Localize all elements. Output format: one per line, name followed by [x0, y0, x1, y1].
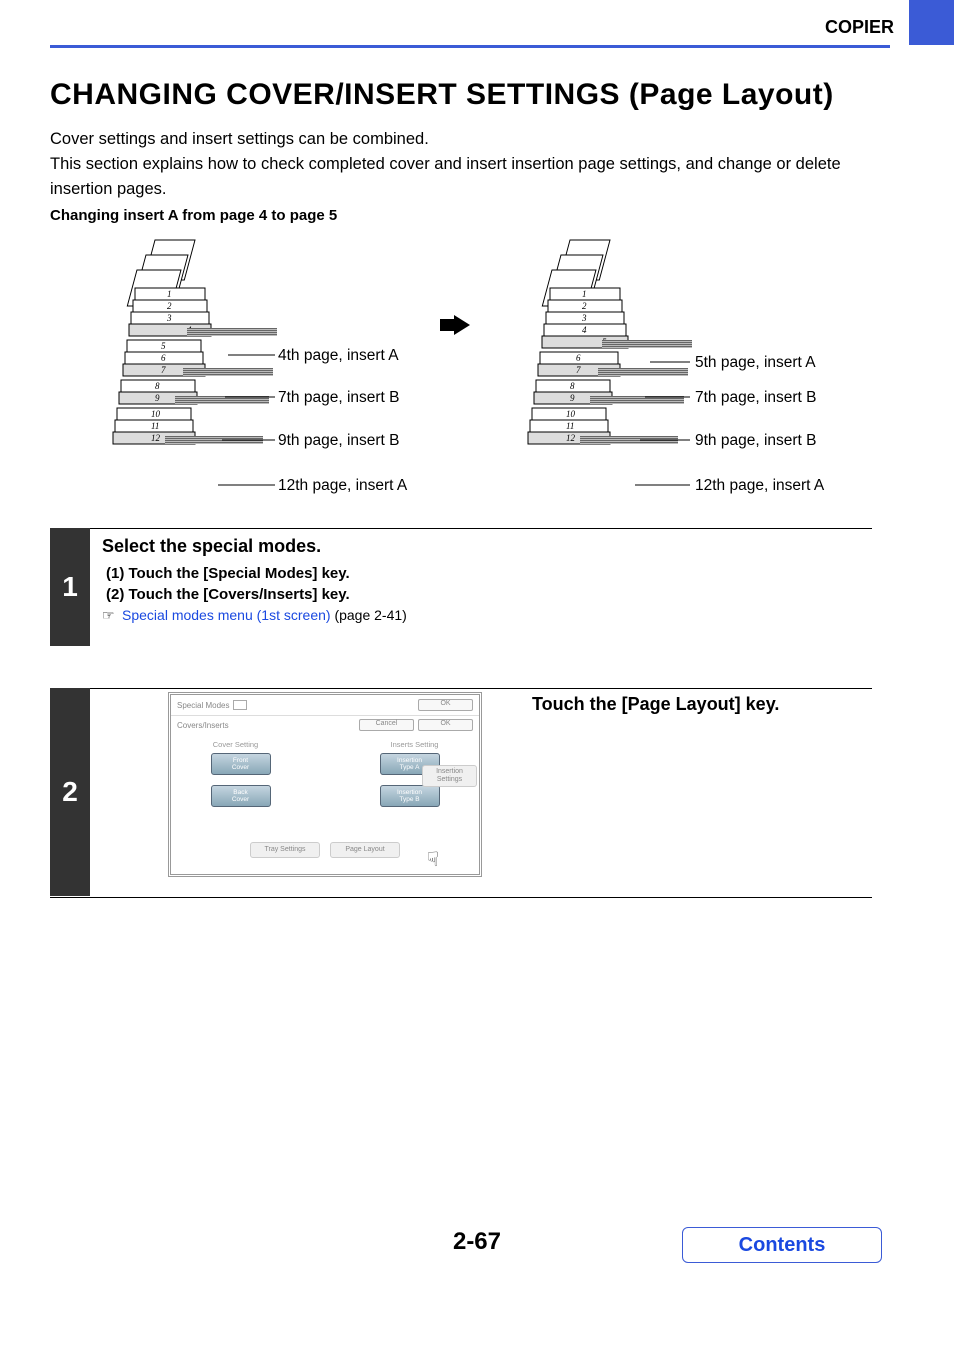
- step-1-link[interactable]: Special modes menu (1st screen): [122, 607, 331, 623]
- contents-button[interactable]: Contents: [682, 1227, 882, 1263]
- insertion-settings-button[interactable]: Insertion Settings: [422, 765, 477, 787]
- step-1-link-suffix: (page 2-41): [331, 607, 407, 623]
- svg-text:9: 9: [570, 393, 575, 403]
- section-header: COPIER: [825, 17, 894, 38]
- step-number-1: 1: [50, 528, 90, 646]
- svg-text:8: 8: [155, 381, 160, 391]
- panel-ok[interactable]: OK: [418, 719, 473, 731]
- svg-text:11: 11: [566, 421, 574, 431]
- svg-text:5: 5: [161, 341, 166, 351]
- example-heading: Changing insert A from page 4 to page 5: [50, 207, 337, 224]
- svg-text:7: 7: [576, 365, 581, 375]
- callout-left-1: 4th page, insert A: [278, 347, 399, 365]
- svg-text:3: 3: [166, 313, 172, 323]
- covers-inserts-panel: Special Modes OK Covers/Inserts Cancel O…: [168, 692, 482, 877]
- callout-left-3: 9th page, insert B: [278, 432, 400, 450]
- svg-text:7: 7: [161, 365, 166, 375]
- front-cover-button[interactable]: Front Cover: [211, 753, 271, 775]
- svg-text:8: 8: [570, 381, 575, 391]
- panel-subheader: Covers/Inserts: [177, 721, 229, 730]
- svg-text:10: 10: [151, 409, 161, 419]
- page-title: CHANGING COVER/INSERT SETTINGS (Page Lay…: [50, 78, 834, 112]
- tab-icon: [233, 700, 247, 710]
- back-cover-button[interactable]: Back Cover: [211, 785, 271, 807]
- svg-text:3: 3: [581, 313, 587, 323]
- pointer-icon: ☞: [102, 607, 115, 624]
- callout-right-4: 12th page, insert A: [695, 477, 824, 495]
- svg-text:12: 12: [566, 433, 576, 443]
- svg-text:12: 12: [151, 433, 161, 443]
- callout-left-2: 7th page, insert B: [278, 389, 400, 407]
- step-1: 1 Select the special modes. (1) Touch th…: [50, 528, 872, 648]
- step-2: 2 Special Modes OK Covers/Inserts Cancel…: [50, 688, 872, 898]
- panel-ok-top[interactable]: OK: [418, 699, 473, 711]
- cover-setting-heading: Cover Setting: [181, 740, 290, 749]
- svg-text:6: 6: [576, 353, 581, 363]
- touch-cursor-icon: ☟: [427, 847, 439, 872]
- step-2-title: Touch the [Page Layout] key.: [532, 694, 779, 715]
- insertion-type-b-button[interactable]: Insertion Type B: [380, 785, 440, 807]
- step-number-2: 2: [50, 688, 90, 896]
- rule: [50, 688, 872, 689]
- intro-text: Cover settings and insert settings can b…: [50, 127, 860, 201]
- header-rule: [50, 45, 890, 48]
- rule-bottom: [50, 897, 872, 898]
- svg-text:4: 4: [582, 325, 587, 335]
- svg-text:2: 2: [167, 301, 172, 311]
- callout-right-2: 7th page, insert B: [695, 389, 817, 407]
- svg-text:1: 1: [582, 289, 587, 299]
- step-1-title: Select the special modes.: [102, 536, 872, 557]
- inserts-setting-heading: Inserts Setting: [360, 740, 469, 749]
- callout-right-1: 5th page, insert A: [695, 354, 816, 372]
- svg-text:1: 1: [167, 289, 172, 299]
- panel-header: Special Modes: [177, 701, 229, 710]
- svg-text:11: 11: [151, 421, 159, 431]
- callout-left-4: 12th page, insert A: [278, 477, 407, 495]
- svg-text:2: 2: [582, 301, 587, 311]
- step-1-item-1: (1) Touch the [Special Modes] key.: [102, 565, 872, 582]
- step-1-item-2: (2) Touch the [Covers/Inserts] key.: [102, 586, 872, 603]
- svg-text:10: 10: [566, 409, 576, 419]
- rule: [50, 528, 872, 529]
- diagram: 1 2 3 4 5 6 7 8 9 10 11 12: [50, 230, 900, 505]
- corner-accent: [909, 0, 954, 45]
- panel-cancel[interactable]: Cancel: [359, 719, 414, 731]
- tray-settings-button[interactable]: Tray Settings: [250, 842, 320, 858]
- page-layout-button[interactable]: Page Layout: [330, 842, 400, 858]
- svg-text:6: 6: [161, 353, 166, 363]
- svg-text:9: 9: [155, 393, 160, 403]
- callout-right-3: 9th page, insert B: [695, 432, 817, 450]
